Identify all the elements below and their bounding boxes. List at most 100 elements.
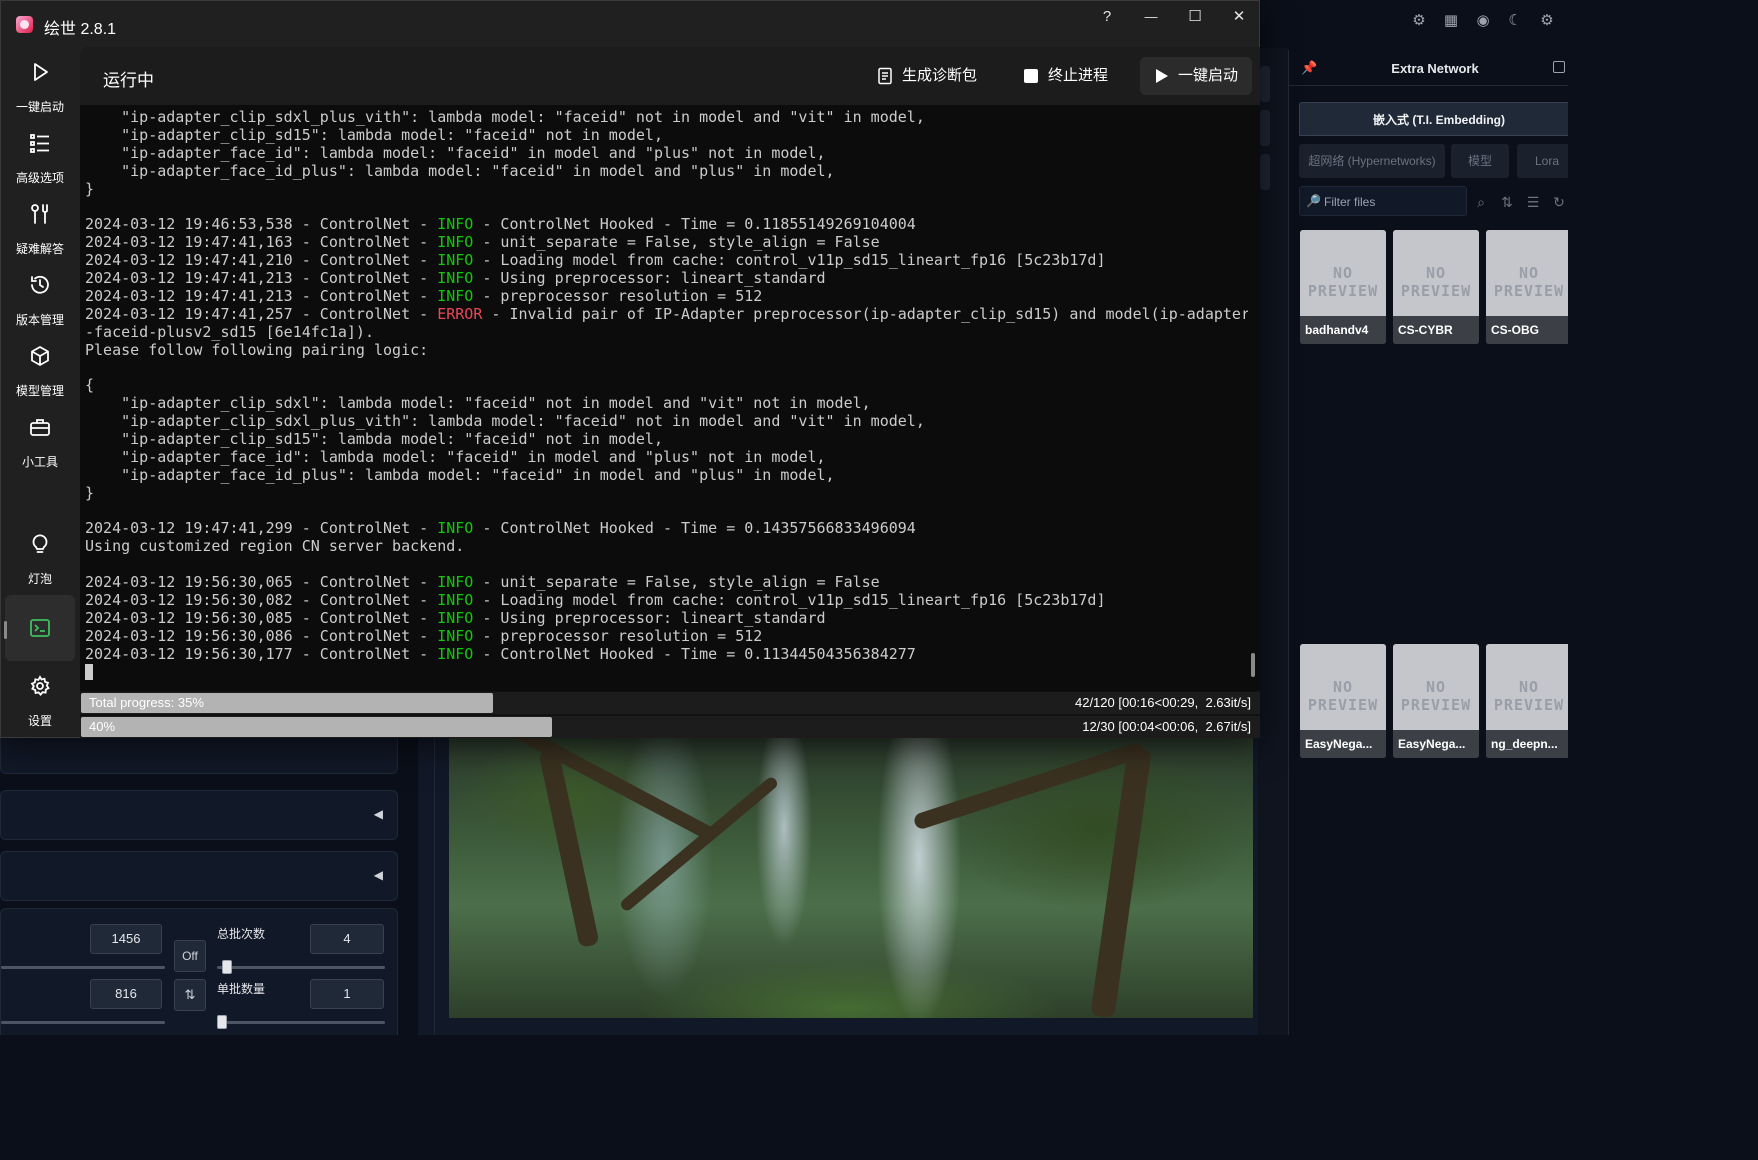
log-line bbox=[85, 663, 1245, 682]
minimize-button[interactable]: — bbox=[1131, 7, 1171, 27]
log-line: "ip-adapter_clip_sd15": lambda model: "f… bbox=[85, 125, 663, 144]
log-line: 2024-03-12 19:46:53,538 - ControlNet - I… bbox=[85, 215, 916, 234]
card-label: EasyNega... bbox=[1300, 730, 1386, 758]
no-preview-image: NO PREVIEW bbox=[1300, 230, 1386, 316]
log-line: 2024-03-12 19:56:30,065 - ControlNet - I… bbox=[85, 573, 880, 592]
scrollbar-thumb[interactable] bbox=[1251, 653, 1255, 677]
embedding-card[interactable]: NO PREVIEW badhandv4 bbox=[1300, 230, 1386, 344]
strip-tab[interactable] bbox=[1260, 110, 1270, 146]
nav-settings[interactable]: 设置 bbox=[5, 667, 75, 733]
batch-size-slider-thumb[interactable] bbox=[217, 1015, 227, 1029]
tree-view-icon[interactable]: ☰ bbox=[1523, 192, 1543, 212]
grid-icon[interactable]: ▦ bbox=[1442, 12, 1460, 30]
card-label: EasyNega... bbox=[1393, 730, 1479, 758]
nav-advanced-options[interactable]: 高级选项 bbox=[5, 124, 75, 190]
batch-count-slider[interactable] bbox=[217, 966, 385, 969]
stop-process-button[interactable]: 终止进程 bbox=[1010, 57, 1120, 95]
embedding-card[interactable]: NO PREVIEW CS-CYBR bbox=[1393, 230, 1479, 344]
console-scrollbar[interactable] bbox=[1248, 105, 1260, 691]
nav-tools[interactable]: 小工具 bbox=[5, 408, 75, 474]
generate-diagnostic-button[interactable]: 生成诊断包 bbox=[864, 57, 988, 95]
lightbulb-icon bbox=[32, 534, 48, 553]
toolbox-icon bbox=[30, 419, 50, 436]
log-line: 2024-03-12 19:56:30,085 - ControlNet - I… bbox=[85, 608, 826, 627]
collapse-arrow-icon[interactable]: ◀ bbox=[374, 807, 383, 821]
folder-search-icon[interactable]: ⌕ bbox=[1471, 192, 1491, 212]
close-button[interactable]: ✕ bbox=[1219, 7, 1259, 27]
collapsed-accordion[interactable]: ◀ bbox=[0, 790, 398, 840]
no-preview-image: NO PREVIEW bbox=[1300, 644, 1386, 730]
strip-tab[interactable] bbox=[1260, 154, 1270, 190]
dock-icon[interactable] bbox=[1553, 61, 1565, 73]
collapse-arrow-icon[interactable]: ◀ bbox=[374, 868, 383, 882]
no-preview-image: NO PREVIEW bbox=[1486, 644, 1568, 730]
gear-icon[interactable]: ⚙ bbox=[1538, 12, 1556, 30]
width-input[interactable]: 1456 bbox=[90, 924, 162, 954]
title-bar[interactable]: 绘世 2.8.1 ? — ☐ ✕ bbox=[1, 1, 1259, 47]
batch-size-slider[interactable] bbox=[217, 1021, 385, 1024]
nav-lightbulb[interactable]: 灯泡 bbox=[5, 525, 75, 591]
tree-branch bbox=[480, 738, 718, 843]
console-output[interactable]: "ip-adapter_clip_sdxl_plus_vith": lambda… bbox=[80, 105, 1248, 691]
log-line: "ip-adapter_clip_sdxl": lambda model: "f… bbox=[85, 394, 871, 413]
log-level: INFO bbox=[437, 286, 474, 305]
stop-icon bbox=[1024, 69, 1038, 83]
log-line: "ip-adapter_face_id_plus": lambda model:… bbox=[85, 161, 835, 180]
maximize-button[interactable]: ☐ bbox=[1175, 7, 1215, 27]
log-line: "ip-adapter_face_id": lambda model: "fac… bbox=[85, 143, 826, 162]
tab-models[interactable]: 模型 bbox=[1451, 144, 1509, 178]
help-button[interactable]: ? bbox=[1087, 7, 1127, 27]
filter-files-input[interactable] bbox=[1324, 195, 1464, 209]
play-icon bbox=[34, 63, 48, 81]
height-input[interactable]: 816 bbox=[90, 979, 162, 1009]
tab-hypernetworks[interactable]: 超网络 (Hypernetworks) bbox=[1299, 144, 1445, 178]
embedding-card[interactable]: NO PREVIEW EasyNega... bbox=[1300, 644, 1386, 758]
tree-branch bbox=[912, 741, 1146, 831]
no-preview-image: NO PREVIEW bbox=[1393, 230, 1479, 316]
one-click-launch-button[interactable]: 一键启动 bbox=[1140, 57, 1252, 95]
card-label: badhandv4 bbox=[1300, 316, 1386, 344]
card-label: CS-OBG bbox=[1486, 316, 1568, 344]
nav-label: 高级选项 bbox=[15, 171, 64, 185]
embedding-card[interactable]: NO PREVIEW CS-OBG bbox=[1486, 230, 1568, 344]
collapsed-accordion[interactable]: ◀ bbox=[0, 851, 398, 901]
embedding-card[interactable]: NO PREVIEW ng_deepn... bbox=[1486, 644, 1568, 758]
nav-version-management[interactable]: 版本管理 bbox=[5, 266, 75, 332]
filter-files-box[interactable]: 🔎 bbox=[1299, 186, 1467, 216]
log-level: INFO bbox=[437, 591, 474, 610]
nav-one-click-launch[interactable]: 一键启动 bbox=[5, 53, 75, 119]
log-line: Using customized region CN server backen… bbox=[85, 537, 465, 556]
log-line: "ip-adapter_clip_sdxl_plus_vith": lambda… bbox=[85, 108, 925, 126]
height-slider[interactable] bbox=[1, 1021, 165, 1024]
log-level: INFO bbox=[437, 269, 474, 288]
log-line: 2024-03-12 19:47:41,213 - ControlNet - I… bbox=[85, 286, 763, 305]
tab-embedding[interactable]: 嵌入式 (T.I. Embedding) bbox=[1299, 102, 1568, 136]
total-progress-stats: 42/120 [00:16<00:29, 2.63it/s] bbox=[1074, 695, 1251, 710]
batch-size-input[interactable]: 1 bbox=[310, 979, 384, 1009]
batch-count-slider-thumb[interactable] bbox=[222, 960, 232, 974]
refresh-icon[interactable]: ↻ bbox=[1549, 192, 1568, 212]
embedding-card[interactable]: NO PREVIEW EasyNega... bbox=[1393, 644, 1479, 758]
github-icon[interactable]: ◉ bbox=[1474, 12, 1492, 30]
stop-process-label: 终止进程 bbox=[1048, 67, 1109, 84]
strip-tab[interactable] bbox=[1260, 66, 1270, 102]
hires-off-toggle[interactable]: Off bbox=[174, 940, 206, 972]
nav-label: 疑难解答 bbox=[15, 242, 64, 256]
settings-icon[interactable]: ⚙ bbox=[1410, 12, 1428, 30]
generated-image[interactable] bbox=[449, 738, 1253, 1018]
nav-troubleshooting[interactable]: 疑难解答 bbox=[5, 195, 75, 261]
moon-icon[interactable]: ☾ bbox=[1506, 12, 1524, 30]
nav-console[interactable] bbox=[4, 595, 75, 661]
swap-dimensions-button[interactable]: ⇅ bbox=[174, 979, 206, 1011]
log-line: 2024-03-12 19:47:41,299 - ControlNet - I… bbox=[85, 519, 916, 538]
nav-label: 版本管理 bbox=[15, 313, 64, 327]
tab-lora[interactable]: Lora bbox=[1517, 144, 1568, 178]
play-icon bbox=[1156, 69, 1168, 83]
log-line: "ip-adapter_clip_sdxl_plus_vith": lambda… bbox=[85, 412, 925, 431]
batch-count-input[interactable]: 4 bbox=[310, 924, 384, 954]
width-slider[interactable] bbox=[1, 966, 165, 969]
window-title: 绘世 2.8.1 bbox=[44, 21, 117, 38]
sort-icon[interactable]: ⇅ bbox=[1497, 192, 1517, 212]
log-level: INFO bbox=[437, 519, 474, 538]
nav-model-management[interactable]: 模型管理 bbox=[5, 337, 75, 403]
